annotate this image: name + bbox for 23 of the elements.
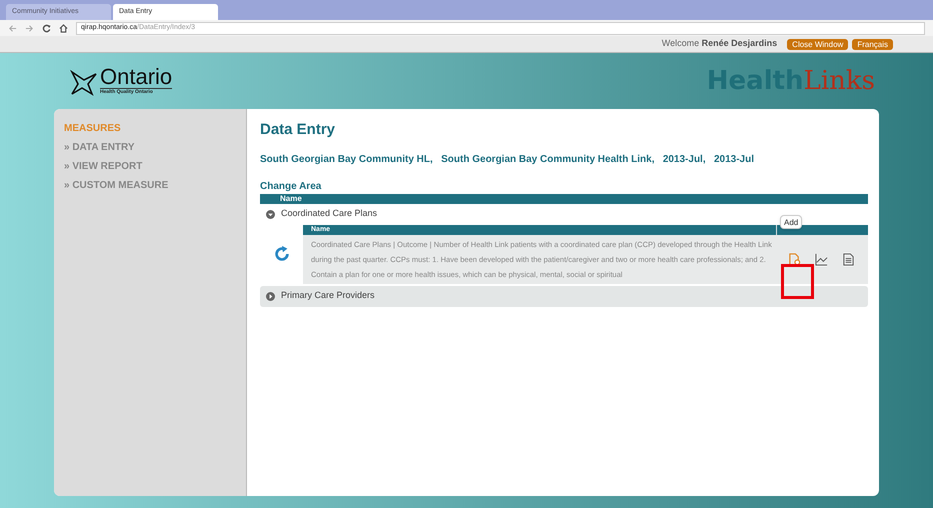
sidebar-link[interactable]: » VIEW REPORT	[64, 159, 246, 174]
welcome-text: Welcome Renée Desjardins	[662, 37, 778, 50]
header-button[interactable]: Français	[852, 38, 893, 50]
page-title: Data Entry	[260, 120, 336, 140]
expand-icon[interactable]	[266, 292, 275, 300]
tooltip: Add	[780, 214, 802, 228]
collapse-icon[interactable]	[266, 210, 275, 218]
reload-icon[interactable]	[42, 24, 51, 32]
home-icon[interactable]	[59, 24, 68, 32]
sidebar-link[interactable]: » CUSTOM MEASURE	[64, 178, 246, 193]
sidebar-link[interactable]: » DATA ENTRY	[64, 140, 246, 155]
document-icon[interactable]	[842, 252, 855, 266]
logo-wordmark: Ontario	[100, 66, 172, 89]
sidebar-heading: MEASURES	[64, 122, 122, 136]
line-chart-icon[interactable]	[815, 252, 828, 266]
header-button[interactable]: Close Window	[787, 38, 848, 50]
change-area-link[interactable]: Change Area	[260, 178, 868, 194]
column-header: Name	[260, 194, 868, 204]
context-line: South Georgian Bay Community HL, South Georgian Bay Community Health Link, 2013-Jul, 2013-Jul	[260, 152, 755, 166]
refresh-icon[interactable]	[272, 245, 290, 263]
group-row[interactable]: Primary Care Providers	[260, 286, 868, 306]
highlight-annotation	[781, 264, 814, 299]
add-document-icon[interactable]	[788, 252, 801, 266]
